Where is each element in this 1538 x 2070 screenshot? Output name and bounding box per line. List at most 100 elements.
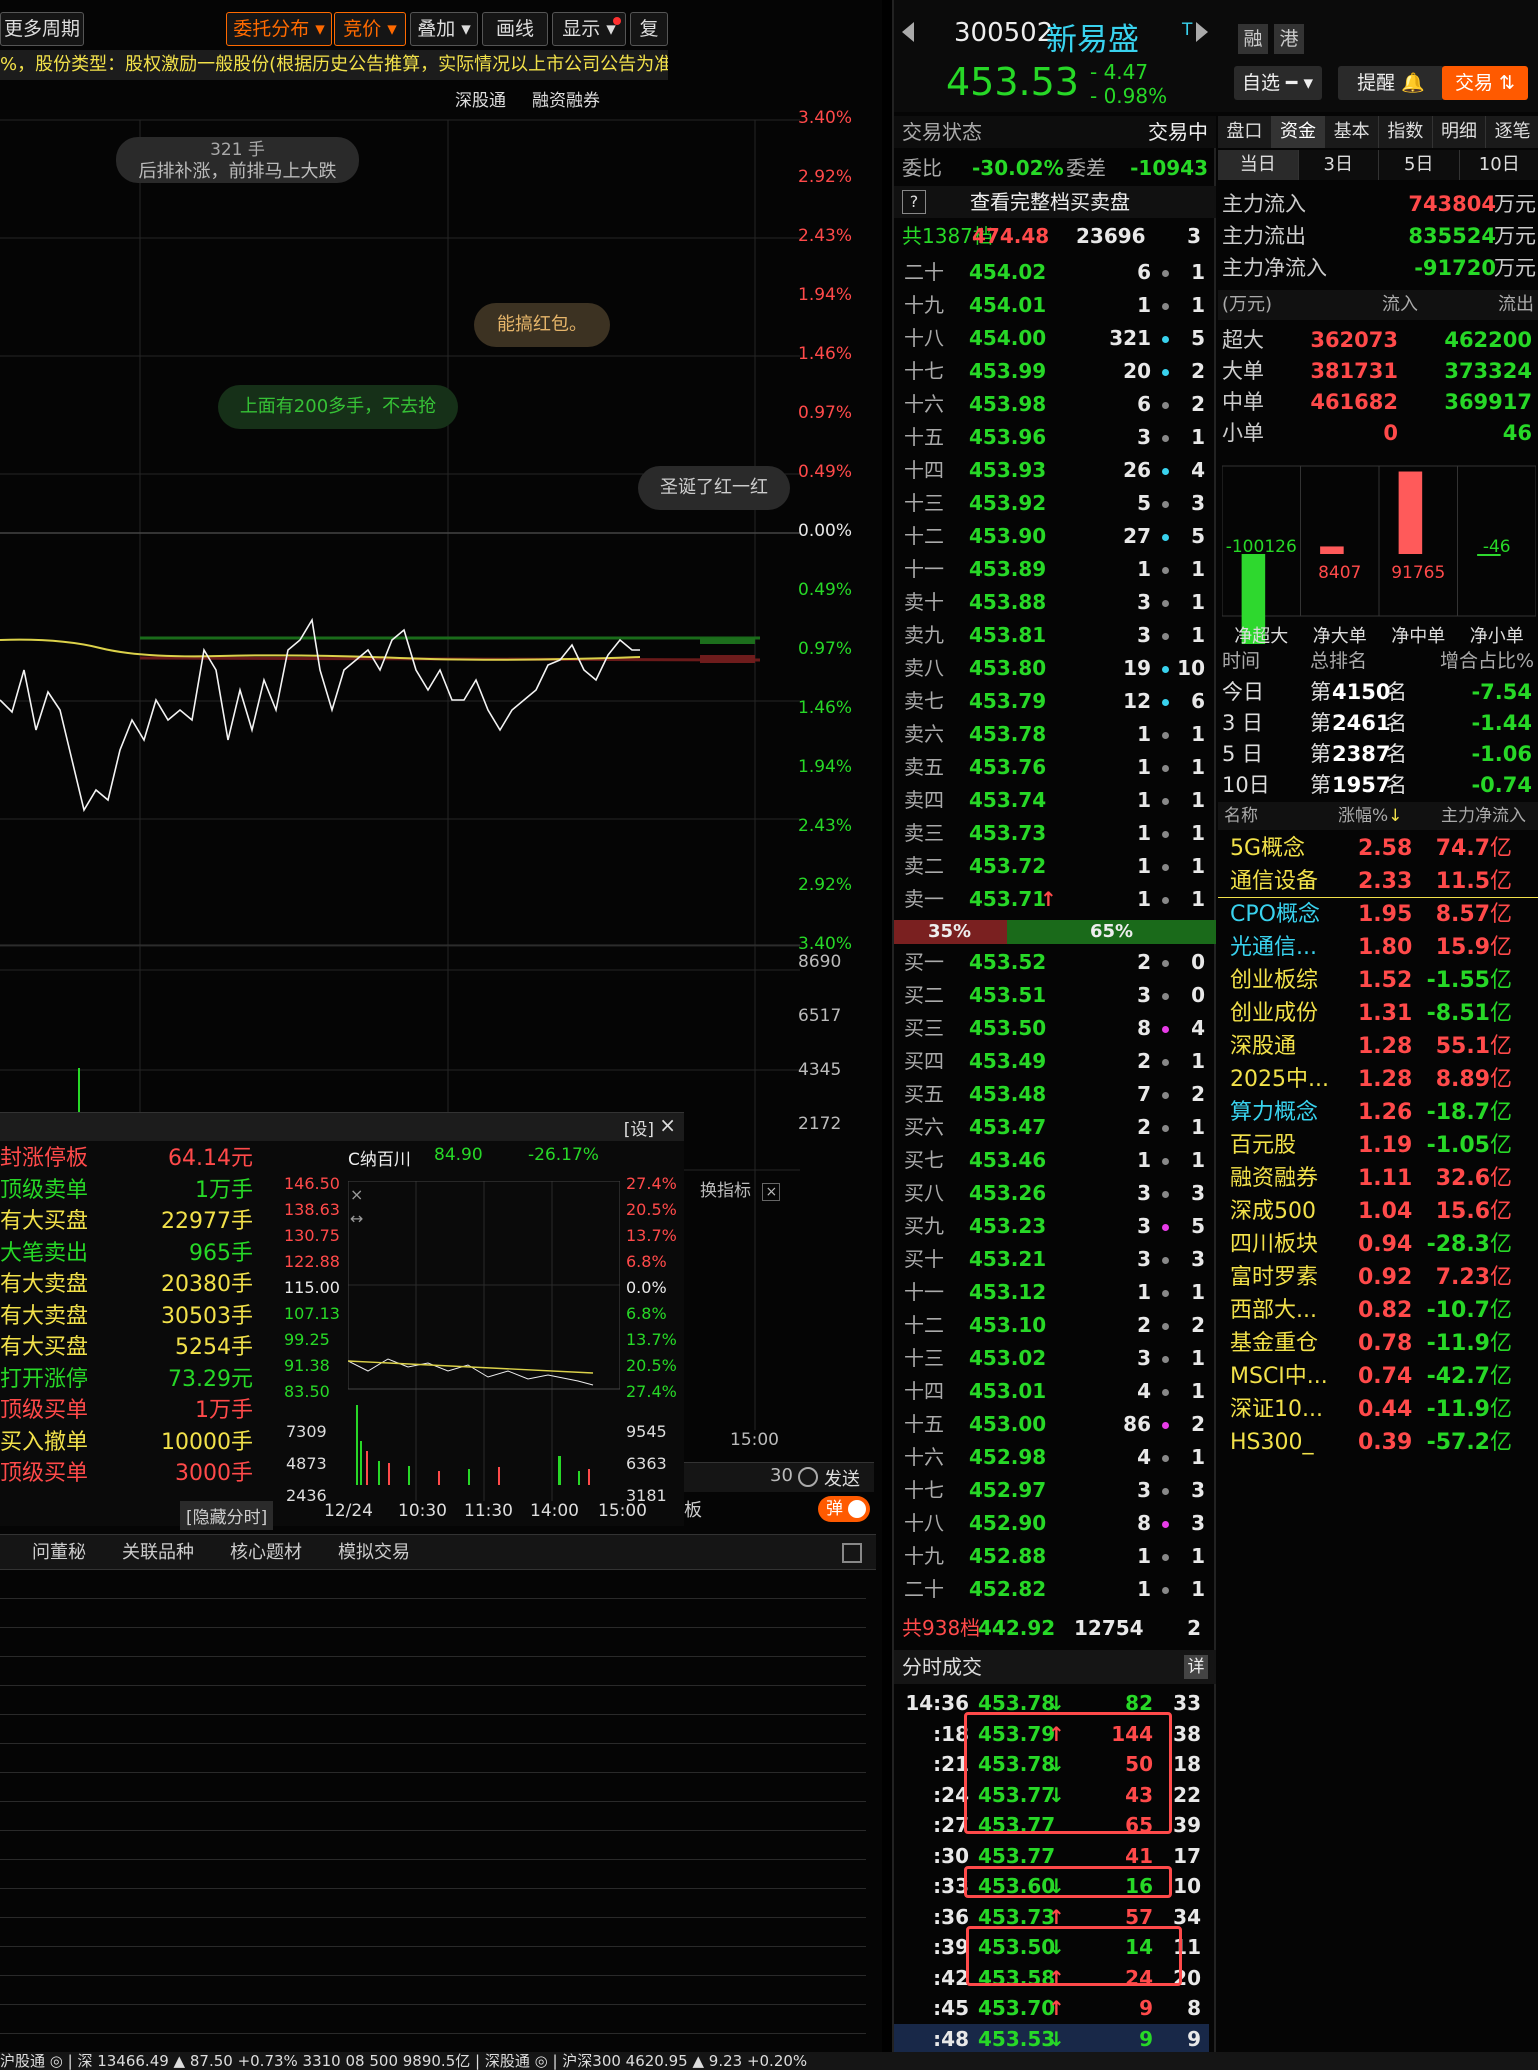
alert-row[interactable]: 打开涨停 73.29元 bbox=[0, 1364, 265, 1396]
send-button[interactable]: 发送 bbox=[824, 1465, 860, 1491]
ind-pct-head[interactable]: 涨幅%↓ bbox=[1338, 802, 1402, 830]
close-icon[interactable]: × bbox=[762, 1183, 781, 1201]
tab-4[interactable]: 明细 bbox=[1433, 116, 1487, 148]
close-icon[interactable]: × bbox=[659, 1113, 676, 1137]
industry-row[interactable]: 通信设备 2.33 11.5 亿 bbox=[1218, 865, 1538, 898]
ask-row: 十八 454.00 321 5 bbox=[894, 322, 1209, 355]
tab-3[interactable]: 指数 bbox=[1379, 116, 1433, 148]
industry-row[interactable]: 2025中... 1.28 8.89 亿 bbox=[1218, 1063, 1538, 1096]
comment-bubble[interactable]: 上面有200多手，不去抢 bbox=[218, 385, 458, 429]
overlay-button[interactable]: 叠加 ▾ bbox=[410, 12, 478, 46]
tab-0[interactable]: 盘口 bbox=[1218, 116, 1272, 148]
comment-bubble[interactable]: 321 手 后排补涨，前排马上大跌 bbox=[116, 137, 359, 183]
level-volume: 1 bbox=[1137, 887, 1151, 911]
alert-row[interactable]: 买入撤单 10000手 bbox=[0, 1427, 265, 1459]
emoji-icon[interactable] bbox=[798, 1467, 818, 1487]
industry-row[interactable]: 算力概念 1.26 -18.7 亿 bbox=[1218, 1096, 1538, 1129]
industry-row[interactable]: 富时罗素 0.92 7.23 亿 bbox=[1218, 1261, 1538, 1294]
draw-line-button[interactable]: 画线 bbox=[482, 12, 548, 46]
bid-row: 十八 452.90 8 3 bbox=[894, 1507, 1209, 1540]
industry-row[interactable]: 深股通 1.28 55.1 亿 bbox=[1218, 1030, 1538, 1063]
danmu-toggle[interactable]: 弹 bbox=[818, 1496, 870, 1522]
industry-row[interactable]: CPO概念 1.95 8.57 亿 bbox=[1218, 898, 1538, 931]
next-stock-icon[interactable] bbox=[1196, 22, 1208, 42]
period-dropdown[interactable]: 更多周期 ▾ bbox=[0, 12, 84, 72]
industry-pct: 1.95 bbox=[1358, 902, 1413, 927]
order-distribution-button[interactable]: 委托分布 ▾ bbox=[226, 12, 332, 46]
ask-row: 十九 454.01 1 1 bbox=[894, 289, 1209, 322]
level-volume: 86 bbox=[1123, 1412, 1151, 1436]
industry-row[interactable]: 融资融券 1.11 32.6 亿 bbox=[1218, 1162, 1538, 1195]
tick-arrow-icon: ↑ bbox=[1048, 1996, 1065, 2020]
industry-row[interactable]: 四川板块 0.94 -28.3 亿 bbox=[1218, 1228, 1538, 1261]
alert-row[interactable]: 有大买盘 22977手 bbox=[0, 1206, 265, 1238]
margin-link[interactable]: 融资融券 bbox=[532, 86, 600, 111]
weicha-label: 委差 bbox=[1066, 156, 1106, 180]
period-tab[interactable]: 5日 bbox=[1379, 150, 1460, 180]
alert-row[interactable]: 顶级卖单 1万手 bbox=[0, 1175, 265, 1207]
industry-row[interactable]: 深成500 1.04 15.6 亿 bbox=[1218, 1195, 1538, 1228]
popup-hide-button[interactable]: [隐藏分时] bbox=[180, 1501, 274, 1530]
industry-row[interactable]: 深证10... 0.44 -11.9 亿 bbox=[1218, 1393, 1538, 1426]
tab-5[interactable]: 逐笔 bbox=[1486, 116, 1538, 148]
prev-stock-icon[interactable] bbox=[902, 22, 914, 42]
tab-2[interactable]: 基本 bbox=[1325, 116, 1379, 148]
tab-sim-trade[interactable]: 模拟交易 bbox=[338, 1535, 410, 1571]
tab-ask-secretary[interactable]: 问董秘 bbox=[32, 1535, 86, 1571]
industry-row[interactable]: 百元股 1.19 -1.05 亿 bbox=[1218, 1129, 1538, 1162]
comment-bubble[interactable]: 能搞红包。 bbox=[474, 303, 610, 347]
level-volume: 7 bbox=[1137, 1082, 1151, 1106]
tab-1[interactable]: 资金 bbox=[1271, 116, 1326, 148]
auction-button[interactable]: 竞价 ▾ bbox=[334, 12, 406, 46]
mini-pct-label: 20.5% bbox=[626, 1356, 677, 1375]
industry-row[interactable]: 创业成份 1.31 -8.51 亿 bbox=[1218, 997, 1538, 1030]
industry-row[interactable]: 基金重仓 0.78 -11.9 亿 bbox=[1218, 1327, 1538, 1360]
period-tabs: 当日 3日 5日 10日 bbox=[1218, 150, 1538, 180]
alert-row[interactable]: 有大卖盘 30503手 bbox=[0, 1301, 265, 1333]
alert-row[interactable]: 有大卖盘 20380手 bbox=[0, 1269, 265, 1301]
period-tab[interactable]: 10日 bbox=[1460, 150, 1538, 180]
ticks-detail-button[interactable]: 详 bbox=[1184, 1655, 1208, 1679]
order-distribution-label: 委托分布 bbox=[233, 18, 310, 40]
remind-button[interactable]: 提醒 🔔 bbox=[1338, 66, 1444, 100]
comment-bubble[interactable]: 圣诞了红一红 bbox=[638, 466, 790, 510]
industry-row[interactable]: 创业板综 1.52 -1.55 亿 bbox=[1218, 964, 1538, 997]
industry-row[interactable]: MSCI中... 0.74 -42.7 亿 bbox=[1218, 1360, 1538, 1393]
board-label[interactable]: 板 bbox=[684, 1496, 702, 1522]
pct-label: 0.97% bbox=[798, 403, 853, 423]
industry-row[interactable]: 5G概念 2.58 74.7 亿 bbox=[1218, 832, 1538, 865]
alert-row[interactable]: 封涨停板 64.14元 bbox=[0, 1143, 265, 1175]
level-label: 十三 bbox=[904, 491, 944, 515]
industry-name: 西部大... bbox=[1230, 1298, 1317, 1323]
mini-resize-icon[interactable]: ↔ bbox=[350, 1209, 363, 1228]
industry-name: 深证10... bbox=[1230, 1397, 1323, 1422]
rank-suffix: 名 bbox=[1386, 742, 1407, 766]
quote-panel: 300502 新易盛 T 融 港 453.53 - 4.47 - 0.98% 自… bbox=[892, 0, 1538, 2070]
tab-related[interactable]: 关联品种 bbox=[122, 1535, 194, 1571]
watchlist-dropdown[interactable]: 自选 ━ ▾ bbox=[1234, 66, 1322, 100]
period-tab[interactable]: 3日 bbox=[1299, 150, 1379, 180]
full-depth-button[interactable]: ? 查看完整档买卖盘 bbox=[894, 186, 1216, 218]
alert-row[interactable]: 大笔卖出 965手 bbox=[0, 1238, 265, 1270]
alert-row[interactable]: 顶级买单 3000手 bbox=[0, 1458, 265, 1490]
popup-settings[interactable]: [设] bbox=[624, 1115, 654, 1140]
help-icon[interactable]: ? bbox=[902, 190, 926, 214]
tab-core-theme[interactable]: 核心题材 bbox=[230, 1535, 302, 1571]
industry-row[interactable]: HS300_ 0.39 -57.2 亿 bbox=[1218, 1426, 1538, 1459]
industry-row[interactable]: 西部大... 0.82 -10.7 亿 bbox=[1218, 1294, 1538, 1327]
replay-button[interactable]: 复盘 bbox=[630, 12, 668, 46]
rank-head: 时间 总排名 增合占比% bbox=[1218, 646, 1538, 676]
industry-row[interactable]: 光通信... 1.80 15.9 亿 bbox=[1218, 931, 1538, 964]
industry-flow: 15.9 bbox=[1435, 935, 1490, 960]
trade-button[interactable]: 交易 ⇅ bbox=[1442, 66, 1528, 100]
level-price: 453.96 bbox=[969, 425, 1047, 449]
alert-row[interactable]: 顶级买单 1万手 bbox=[0, 1395, 265, 1427]
display-button[interactable]: 显示 ▾ bbox=[552, 12, 626, 46]
panel-toggle-icon[interactable] bbox=[842, 1543, 862, 1563]
mini-close-icon[interactable]: × bbox=[350, 1185, 363, 1204]
hk-connect-link[interactable]: 深股通 bbox=[455, 86, 506, 111]
period-tab[interactable]: 当日 bbox=[1218, 150, 1299, 180]
level-count: 1 bbox=[1191, 1280, 1205, 1304]
switch-indicator-button[interactable]: 换指标 × bbox=[700, 1176, 781, 1202]
alert-row[interactable]: 有大买盘 5254手 bbox=[0, 1332, 265, 1364]
